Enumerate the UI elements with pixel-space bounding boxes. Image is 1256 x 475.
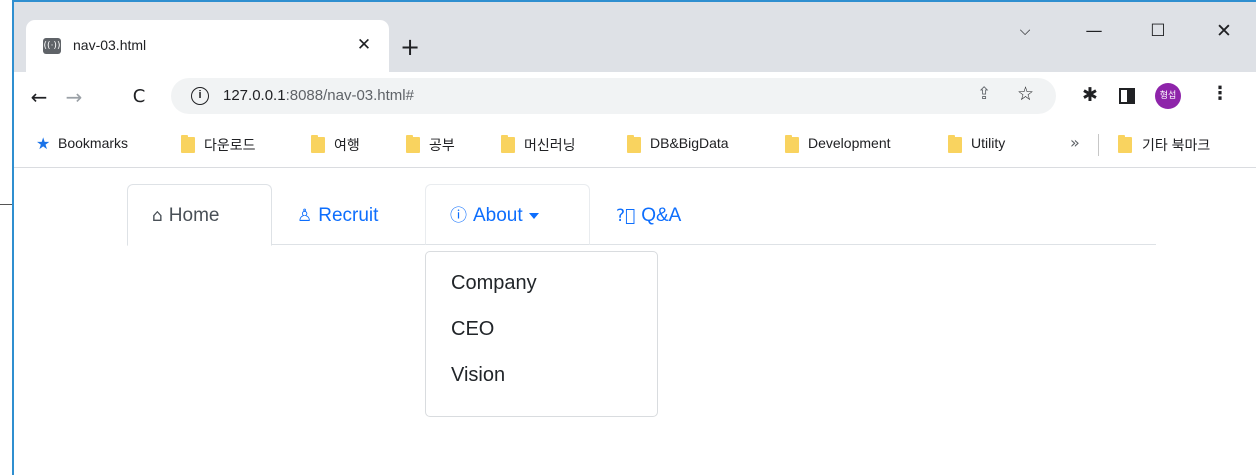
back-button[interactable]: ← — [24, 82, 54, 112]
browser-toolbar: ← → C i 127.0.0.1:8088/nav-03.html# ⇪ ☆ … — [14, 72, 1256, 122]
folder-icon — [406, 135, 420, 153]
bookmark-folder[interactable]: 머신러닝 — [524, 135, 576, 155]
maximize-button[interactable]: ☐ — [1138, 16, 1178, 46]
bookmarks-star-icon: ★ — [36, 134, 51, 153]
side-panel-icon[interactable] — [1119, 88, 1135, 104]
other-bookmarks[interactable]: 기타 북마크 — [1142, 135, 1210, 155]
folder-icon — [311, 135, 325, 153]
url-path: :8088/nav-03.html# — [285, 87, 414, 104]
new-tab-button[interactable]: + — [397, 34, 423, 60]
url-host: 127.0.0.1 — [223, 87, 286, 104]
page-content: ⌂ Home ♙ Recruit ⓘ About ?⃝ Q&A Company CEO … — [14, 169, 1256, 475]
tab-home[interactable]: ⌂ Home — [127, 184, 272, 246]
bookmark-star-icon[interactable]: ☆ — [1017, 83, 1034, 105]
tab-title: nav-03.html — [73, 37, 147, 53]
browser-window: ((·)) nav-03.html ✕ + ⌵ — ☐ ✕ ← → C i 12… — [14, 2, 1256, 475]
minimize-button[interactable]: — — [1074, 16, 1114, 46]
tab-about-dropdown-toggle[interactable]: ⓘ About — [425, 184, 590, 245]
bookmark-folder[interactable]: Utility — [971, 135, 1005, 151]
bookmarks-separator — [1098, 134, 1099, 156]
address-bar[interactable]: i 127.0.0.1:8088/nav-03.html# ⇪ ☆ — [171, 78, 1056, 114]
more-bookmarks-icon[interactable]: » — [1070, 133, 1080, 152]
about-dropdown-menu: Company CEO Vision — [425, 251, 658, 417]
dropdown-item-vision[interactable]: Vision — [426, 352, 657, 398]
folder-icon — [1118, 135, 1132, 153]
browser-tab[interactable]: ((·)) nav-03.html ✕ — [26, 20, 389, 72]
bookmark-folder[interactable]: 다운로드 — [204, 135, 256, 155]
caret-down-icon — [528, 212, 539, 219]
bookmark-folder[interactable]: 공부 — [429, 135, 455, 155]
bookmarks-label[interactable]: Bookmarks — [58, 135, 128, 151]
profile-avatar[interactable]: 형섭 — [1155, 83, 1181, 109]
forward-button[interactable]: → — [59, 82, 89, 112]
tab-recruit[interactable]: ♙ Recruit — [272, 184, 425, 245]
tab-recruit-label: Recruit — [318, 205, 379, 226]
url-text[interactable]: 127.0.0.1:8088/nav-03.html# — [223, 87, 414, 104]
dropdown-item-ceo[interactable]: CEO — [426, 306, 657, 352]
menu-kebab-icon[interactable]: ⋮ — [1211, 83, 1229, 104]
nav-tabs: ⌂ Home ♙ Recruit ⓘ About ?⃝ Q&A — [127, 184, 1156, 246]
bookmark-folder[interactable]: Development — [808, 135, 891, 151]
bookmark-folder[interactable]: DB&BigData — [650, 135, 729, 151]
folder-icon — [785, 135, 799, 153]
window-left-edge — [0, 0, 14, 475]
tab-qa[interactable]: ?⃝ Q&A — [591, 184, 711, 245]
bookmarks-bar: ★ Bookmarks 다운로드 여행 공부 머신러닝 DB&BigData D… — [14, 122, 1256, 168]
tab-home-label: Home — [168, 205, 220, 226]
close-tab-icon[interactable]: ✕ — [354, 35, 374, 55]
folder-icon — [627, 135, 641, 153]
tab-about-label: About — [473, 205, 523, 226]
person-icon: ♙ — [297, 206, 313, 226]
house-icon: ⌂ — [152, 206, 163, 226]
reload-button[interactable]: C — [124, 82, 154, 112]
screenshot-frame: ((·)) nav-03.html ✕ + ⌵ — ☐ ✕ ← → C i 12… — [0, 0, 1256, 475]
tab-strip: ((·)) nav-03.html ✕ + ⌵ — ☐ ✕ — [14, 2, 1256, 72]
tab-search-button[interactable]: ⌵ — [1005, 16, 1045, 46]
folder-icon — [948, 135, 962, 153]
left-divider — [0, 204, 12, 205]
share-icon[interactable]: ⇪ — [977, 84, 991, 104]
folder-icon — [181, 135, 195, 153]
close-window-button[interactable]: ✕ — [1204, 16, 1244, 46]
site-info-icon[interactable]: i — [191, 87, 209, 105]
extensions-puzzle-icon[interactable]: ✱ — [1082, 84, 1098, 106]
tab-qa-label: Q&A — [641, 205, 682, 226]
broadcast-icon: ((·)) — [43, 38, 61, 54]
question-circle-icon: ?⃝ — [616, 206, 636, 226]
bookmark-folder[interactable]: 여행 — [334, 135, 360, 155]
info-circle-icon: ⓘ — [450, 206, 467, 226]
dropdown-item-company[interactable]: Company — [426, 260, 657, 306]
folder-icon — [501, 135, 515, 153]
